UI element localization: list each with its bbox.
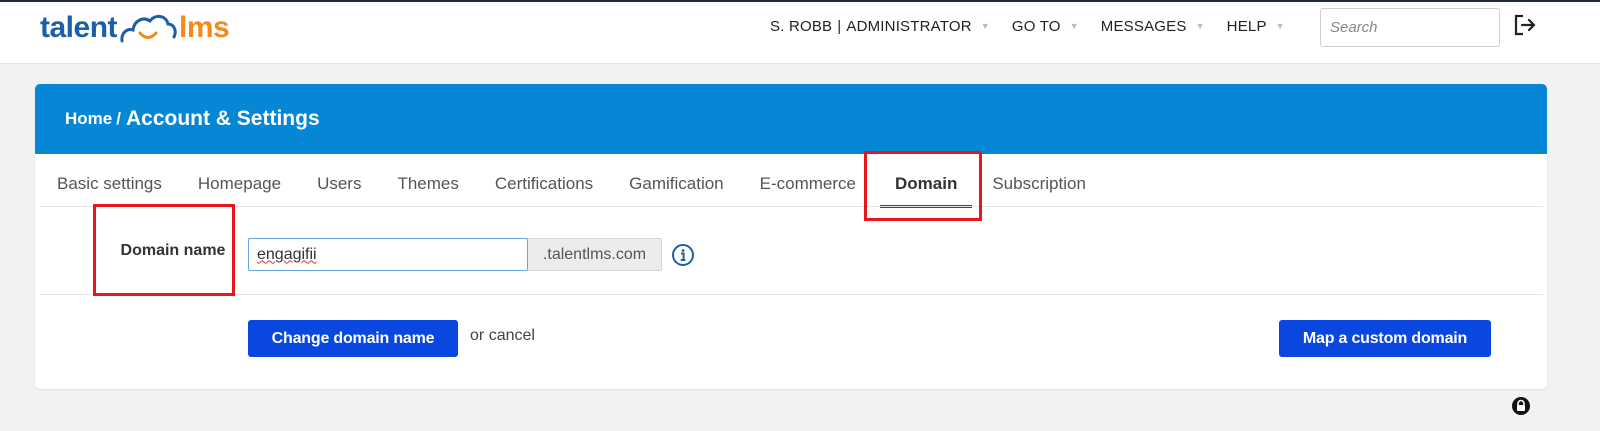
goto-label: GO TO: [1011, 17, 1061, 35]
help-menu[interactable]: HELP ▼: [1227, 18, 1285, 35]
breadcrumb-separator: /: [116, 109, 121, 128]
cancel-link[interactable]: cancel: [489, 327, 535, 344]
search-input[interactable]: [1320, 8, 1500, 47]
tab-gamification[interactable]: Gamification: [629, 154, 723, 214]
tab-themes[interactable]: Themes: [397, 154, 458, 214]
change-domain-button[interactable]: Change domain name: [248, 320, 458, 357]
lock-icon[interactable]: [1511, 396, 1531, 416]
user-role: ADMINISTRATOR: [846, 17, 972, 35]
goto-menu[interactable]: GO TO ▼: [1012, 18, 1079, 35]
chevron-down-icon: ▼: [1069, 21, 1079, 31]
form-divider: [40, 294, 1543, 295]
logo-text-lms: lms: [179, 11, 230, 44]
info-icon[interactable]: [671, 243, 695, 267]
tab-homepage[interactable]: Homepage: [198, 154, 281, 214]
tab-certifications[interactable]: Certifications: [495, 154, 593, 214]
chevron-down-icon: ▼: [1275, 21, 1285, 31]
tab-subscription[interactable]: Subscription: [992, 154, 1086, 214]
breadcrumb: Home / Account & Settings: [35, 84, 1547, 154]
logo-text-talent: talent: [40, 11, 118, 44]
tabs-divider: [40, 206, 1543, 207]
top-nav: S. ROBB | ADMINISTRATOR ▼ GO TO ▼ MESSAG…: [770, 14, 1307, 38]
user-name: S. ROBB: [770, 17, 833, 35]
breadcrumb-home[interactable]: Home: [65, 109, 112, 129]
tab-domain[interactable]: Domain: [880, 154, 973, 214]
chevron-down-icon: ▼: [1195, 21, 1205, 31]
top-bar: talent lms S. ROBB | ADMINISTRATOR ▼ GO …: [0, 0, 1600, 64]
or-cancel-text: or cancel: [470, 327, 535, 345]
messages-label: MESSAGES: [1100, 17, 1187, 35]
page-title: Account & Settings: [125, 107, 320, 130]
talentlms-logo[interactable]: talent lms: [40, 8, 230, 48]
chevron-down-icon: ▼: [980, 21, 990, 31]
or-text: or: [470, 327, 485, 344]
tab-e-commerce[interactable]: E-commerce: [760, 154, 856, 214]
map-custom-domain-button[interactable]: Map a custom domain: [1279, 320, 1491, 357]
settings-tabs: Basic settings Homepage Users Themes Cer…: [35, 154, 1547, 214]
messages-menu[interactable]: MESSAGES ▼: [1101, 18, 1205, 35]
user-separator: |: [837, 17, 842, 35]
tab-users[interactable]: Users: [317, 154, 361, 214]
cloud-smile-icon: [120, 15, 177, 43]
logout-icon[interactable]: [1512, 12, 1538, 38]
user-menu[interactable]: S. ROBB | ADMINISTRATOR ▼: [770, 18, 990, 35]
tab-basic-settings[interactable]: Basic settings: [57, 154, 162, 214]
domain-name-label: Domain name: [120, 242, 226, 259]
settings-card: Home / Account & Settings Basic settings…: [35, 84, 1547, 389]
domain-name-input[interactable]: [248, 238, 528, 271]
help-label: HELP: [1226, 17, 1267, 35]
domain-suffix: .talentlms.com: [528, 238, 662, 271]
